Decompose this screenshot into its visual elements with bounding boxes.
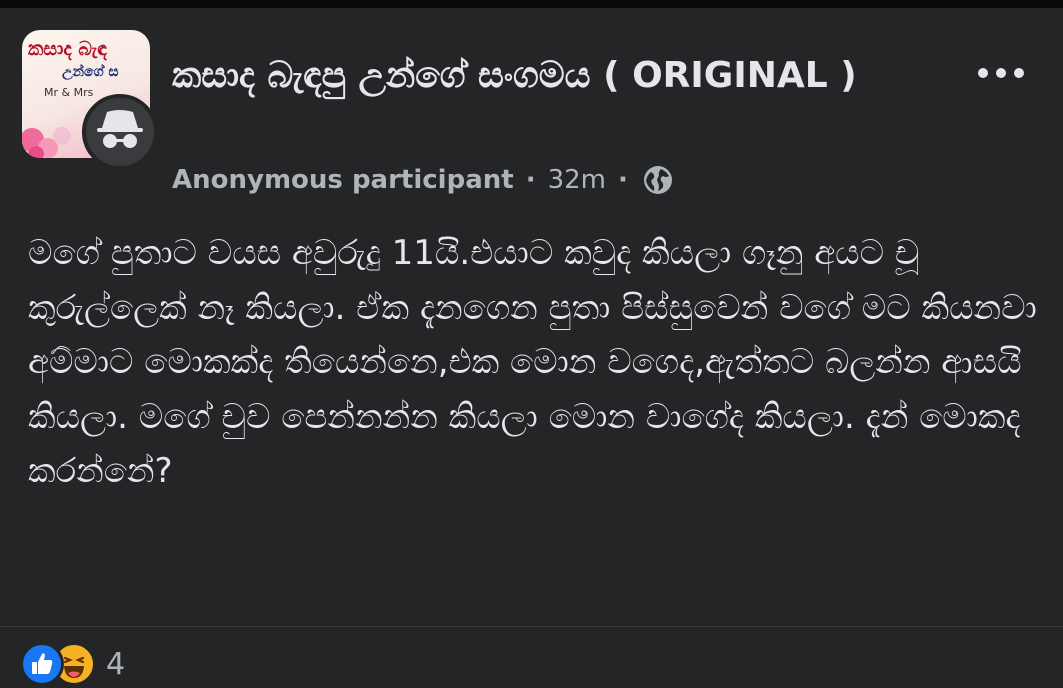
more-options-icon xyxy=(978,68,1024,78)
like-icon xyxy=(32,653,53,674)
status-strip xyxy=(0,0,1063,8)
reactions-divider xyxy=(0,626,1063,627)
anonymous-avatar[interactable] xyxy=(82,94,158,170)
incognito-icon xyxy=(97,110,143,148)
reaction-count[interactable]: 4 xyxy=(106,647,125,682)
group-name[interactable]: කසාද බැඳපු උන්ගේ සංගමය ( ORIGINAL ) xyxy=(172,50,972,102)
meta-separator: · xyxy=(525,165,536,195)
globe-icon[interactable] xyxy=(642,164,674,196)
post-time[interactable]: 32m xyxy=(548,165,606,195)
meta-separator: · xyxy=(618,165,628,195)
more-options-button[interactable] xyxy=(968,56,1032,90)
author-name[interactable]: Anonymous participant xyxy=(172,165,514,195)
like-reaction[interactable] xyxy=(20,642,64,686)
thumbnail-text-line1: කසාද බැඳ xyxy=(28,38,107,60)
thumbnail-text-line2: උන්ගේ ස xyxy=(62,64,119,80)
post-meta: Anonymous participant · 32m · xyxy=(172,163,674,197)
post-text: මගේ පුතාට වයස අවුරුදු 11යි.එයාට කවුද කිය… xyxy=(28,233,1037,491)
reactions-bar[interactable]: 4 xyxy=(20,642,125,686)
